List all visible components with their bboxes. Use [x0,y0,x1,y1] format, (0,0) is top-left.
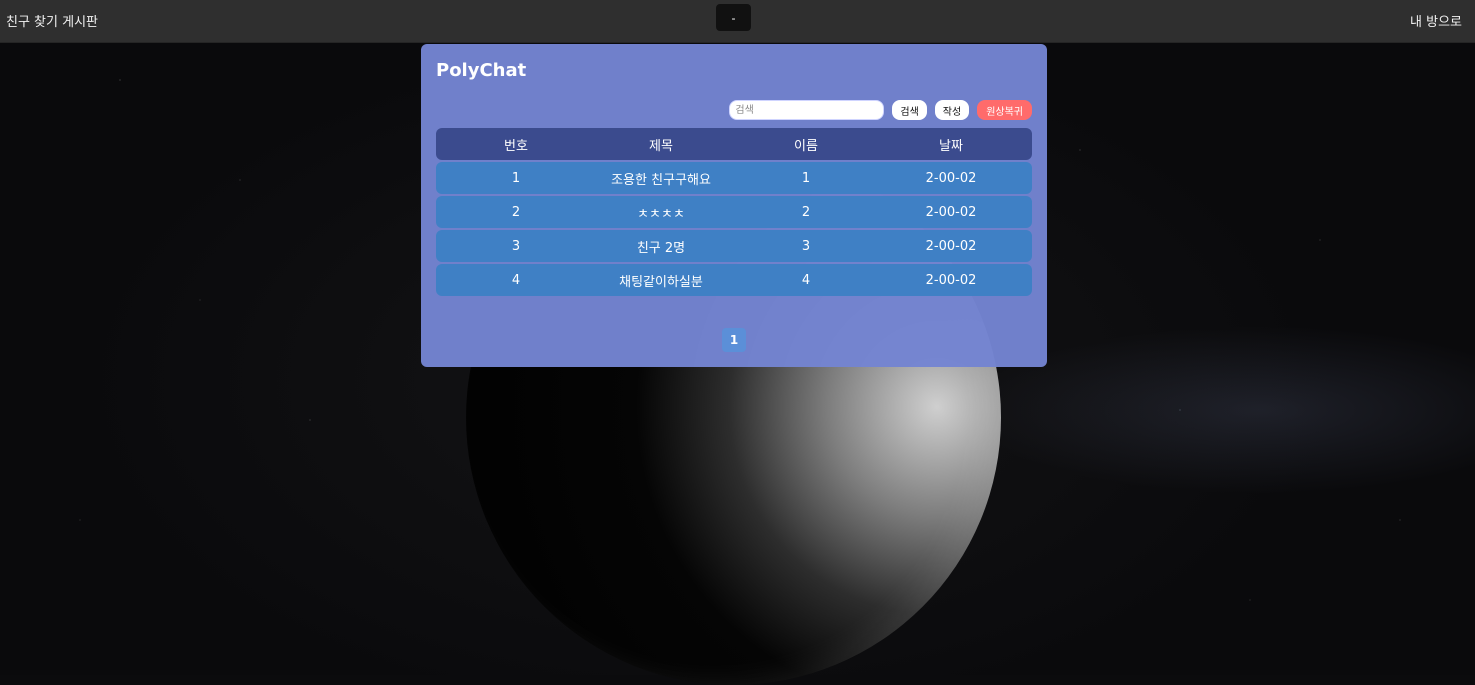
row-number: 3 [511,238,521,254]
board-panel: PolyChat 검색 작성 원상복귀 번호 제목 이름 날짜 1 조용한 친구… [421,44,1047,367]
write-button[interactable]: 작성 [934,100,970,120]
board-toolbar: 검색 작성 원상복귀 [729,99,1032,121]
top-bar: 친구 찾기 게시판 - 내 방으로 [0,0,1475,43]
table-row[interactable]: 3 친구 2명 3 2-00-02 [436,230,1032,262]
reset-button[interactable]: 원상복귀 [977,100,1032,120]
header-date: 날짜 [939,138,963,154]
header-title: 제목 [649,138,673,154]
page-title: 친구 찾기 게시판 [6,15,98,30]
header-number: 번호 [504,138,528,154]
my-room-link[interactable]: 내 방으로 [1410,11,1462,30]
row-name: 4 [801,272,811,288]
header-name: 이름 [794,138,818,154]
row-date: 2-00-02 [925,170,977,186]
row-date: 2-00-02 [925,272,977,288]
row-title[interactable]: 친구 2명 [596,237,726,256]
post-table: 번호 제목 이름 날짜 1 조용한 친구구해요 1 2-00-02 2 ㅊㅊㅊㅊ… [436,128,1032,296]
row-name: 2 [801,204,811,220]
table-header: 번호 제목 이름 날짜 [436,128,1032,160]
row-title[interactable]: ㅊㅊㅊㅊ [596,203,726,222]
table-row[interactable]: 4 채팅같이하실분 4 2-00-02 [436,264,1032,296]
row-number: 4 [511,272,521,288]
search-input[interactable] [729,100,885,120]
row-name: 1 [801,170,811,186]
row-number: 1 [511,170,521,186]
table-row[interactable]: 1 조용한 친구구해요 1 2-00-02 [436,162,1032,194]
row-title[interactable]: 채팅같이하실분 [596,271,726,290]
row-title[interactable]: 조용한 친구구해요 [596,169,726,188]
center-toggle-button[interactable]: - [716,4,751,31]
page-button-1[interactable]: 1 [722,328,746,352]
row-date: 2-00-02 [925,204,977,220]
search-button[interactable]: 검색 [892,100,927,120]
row-name: 3 [801,238,811,254]
brand-logo: PolyChat [436,60,527,81]
row-number: 2 [511,204,521,220]
table-row[interactable]: 2 ㅊㅊㅊㅊ 2 2-00-02 [436,196,1032,228]
row-date: 2-00-02 [925,238,977,254]
